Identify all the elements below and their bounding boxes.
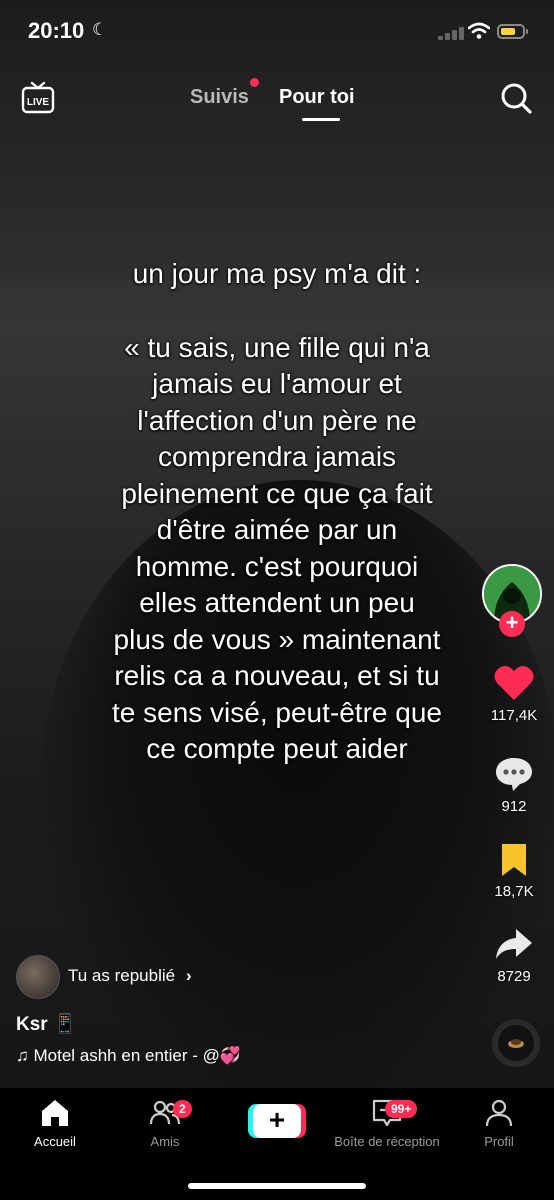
plus-icon: + xyxy=(253,1104,301,1138)
creator-username[interactable]: Ksr 📱 xyxy=(16,1012,77,1036)
caption-line: homme. c'est pourquoi xyxy=(135,550,419,582)
comment-count: 912 xyxy=(501,798,527,815)
nav-profile[interactable]: Profil xyxy=(444,1096,554,1149)
do-not-disturb-icon: ☾ xyxy=(92,20,108,39)
disc-cover-image xyxy=(508,1039,524,1048)
caption-line: comprendra jamais xyxy=(157,441,397,472)
share-action[interactable]: 8729 xyxy=(480,925,548,985)
live-label: LIVE xyxy=(27,97,50,108)
repost-indicator[interactable]: Tu as republié › xyxy=(68,966,192,986)
tab-following[interactable]: Suivis xyxy=(190,86,249,109)
music-info[interactable]: ♫ Motel ashh en entier - @💞 xyxy=(16,1046,241,1066)
live-icon[interactable]: LIVE xyxy=(20,80,56,116)
reposter-avatar[interactable] xyxy=(16,955,60,999)
nav-profile-label: Profil xyxy=(484,1134,514,1149)
share-arrow-icon xyxy=(496,929,532,959)
music-title: Motel ashh en entier - @💞 xyxy=(33,1046,242,1065)
caption-line: d'être aimée par un xyxy=(156,514,398,545)
nav-home[interactable]: Accueil xyxy=(0,1096,110,1149)
status-bar: 20:10 ☾ xyxy=(0,0,554,62)
music-disc-icon[interactable] xyxy=(492,1019,540,1067)
nav-inbox-label: Boîte de réception xyxy=(334,1134,440,1149)
follow-button[interactable]: + xyxy=(499,611,525,637)
video-caption-text: un jour ma psy m'a dit : « tu sais, une … xyxy=(60,256,494,768)
following-notification-dot xyxy=(250,78,259,87)
heart-icon xyxy=(494,665,534,700)
nav-friends[interactable]: Amis 2 xyxy=(110,1096,220,1149)
music-note-icon: ♫ xyxy=(16,1046,29,1065)
caption-line: relis ca a nouveau, et si tu xyxy=(114,660,440,691)
bookmark-action[interactable]: 18,7K xyxy=(480,842,548,900)
home-indicator[interactable] xyxy=(188,1183,366,1189)
bookmark-count: 18,7K xyxy=(494,883,534,900)
caption-line: jamais eu l'amour et xyxy=(152,368,402,399)
caption-line: plus de vous » maintenant xyxy=(113,623,441,655)
nav-friends-label: Amis xyxy=(150,1134,180,1149)
home-icon xyxy=(42,1100,68,1126)
wifi-icon xyxy=(468,22,490,39)
search-icon[interactable] xyxy=(498,80,534,116)
chevron-right-icon: › xyxy=(185,966,192,985)
friends-badge: 2 xyxy=(173,1100,192,1118)
caption-line: l'affection d'un père ne xyxy=(137,404,417,436)
caption-line: elles attendent un peu xyxy=(139,587,415,618)
inbox-badge: 99+ xyxy=(385,1100,418,1118)
battery-icon xyxy=(497,24,528,39)
comment-icon xyxy=(496,758,532,791)
tab-for-you[interactable]: Pour toi xyxy=(279,86,355,109)
caption-line: « tu sais, une fille qui n'a xyxy=(124,331,430,363)
caption-line: un jour ma psy m'a dit : xyxy=(132,258,422,289)
caption-line: ce compte peut aider xyxy=(146,733,408,764)
nav-inbox[interactable]: Boîte de réception 99+ xyxy=(317,1096,457,1149)
like-count: 117,4K xyxy=(490,707,538,724)
caption-line: te sens visé, peut-être que xyxy=(112,696,442,728)
nav-home-label: Accueil xyxy=(34,1134,76,1149)
status-time: 20:10 xyxy=(28,18,85,43)
like-action[interactable]: 117,4K xyxy=(480,664,548,724)
share-count: 8729 xyxy=(497,968,531,985)
caption-line: pleinement ce que ça fait xyxy=(121,477,433,509)
repost-text: Tu as republié xyxy=(68,966,176,985)
profile-icon xyxy=(485,1099,513,1127)
create-button[interactable]: + xyxy=(248,1104,306,1138)
comment-action[interactable]: 912 xyxy=(480,755,548,815)
bookmark-icon xyxy=(502,844,526,876)
cellular-signal-icon xyxy=(438,26,466,40)
active-tab-indicator xyxy=(302,118,340,121)
